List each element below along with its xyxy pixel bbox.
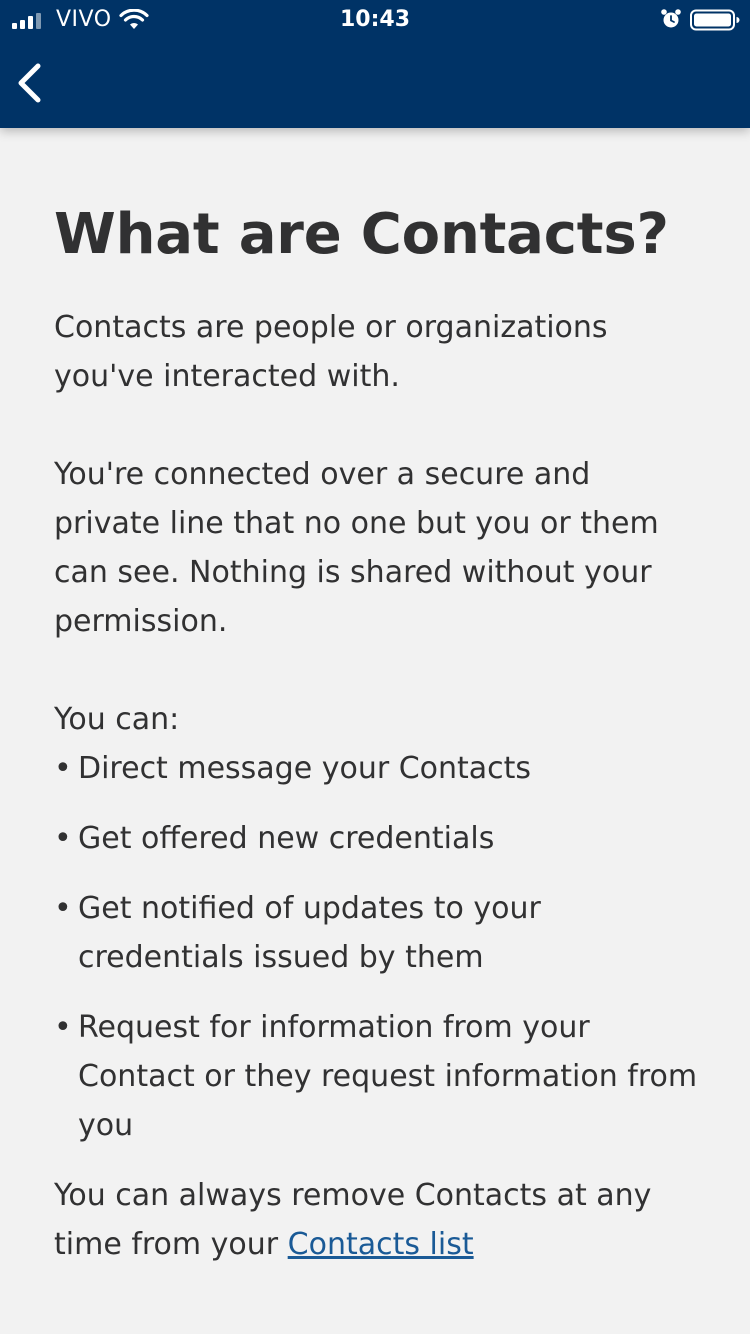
list-item-text: Get notified of updates to your credenti… xyxy=(78,891,541,975)
chevron-left-icon xyxy=(18,63,41,103)
bullet-icon: • xyxy=(54,891,72,926)
closing-paragraph: You can always remove Contacts at any ti… xyxy=(54,1171,704,1269)
alarm-icon xyxy=(661,9,681,28)
list-item: • Get notified of updates to your creden… xyxy=(54,884,704,982)
contacts-list-link[interactable]: Contacts list xyxy=(288,1227,474,1262)
app-header: VIVO 10:43 xyxy=(0,0,750,128)
list-item: • Get offered new credentials xyxy=(54,814,704,863)
list-item: • Request for information from your Cont… xyxy=(54,1003,704,1150)
list-item-text: Direct message your Contacts xyxy=(78,751,532,786)
you-can-label: You can: xyxy=(54,702,180,737)
bullet-icon: • xyxy=(54,751,72,786)
page-title: What are Contacts? xyxy=(54,202,669,267)
status-bar: VIVO 10:43 xyxy=(0,0,750,40)
status-time: 10:43 xyxy=(339,7,411,32)
list-item-text: Request for information from your Contac… xyxy=(78,1010,698,1143)
intro-paragraph: Contacts are people or organizations you… xyxy=(54,310,608,394)
capabilities-list: • Direct message your Contacts • Get off… xyxy=(54,744,704,1150)
back-button[interactable] xyxy=(8,58,56,110)
bullet-icon: • xyxy=(54,821,72,856)
info-content: What are Contacts? Contacts are people o… xyxy=(54,195,704,1269)
list-item-text: Get offered new credentials xyxy=(78,821,495,856)
security-paragraph: You're connected over a secure and priva… xyxy=(54,457,659,639)
list-item: • Direct message your Contacts xyxy=(54,744,704,793)
bullet-icon: • xyxy=(54,1010,72,1045)
battery-icon xyxy=(690,9,740,31)
